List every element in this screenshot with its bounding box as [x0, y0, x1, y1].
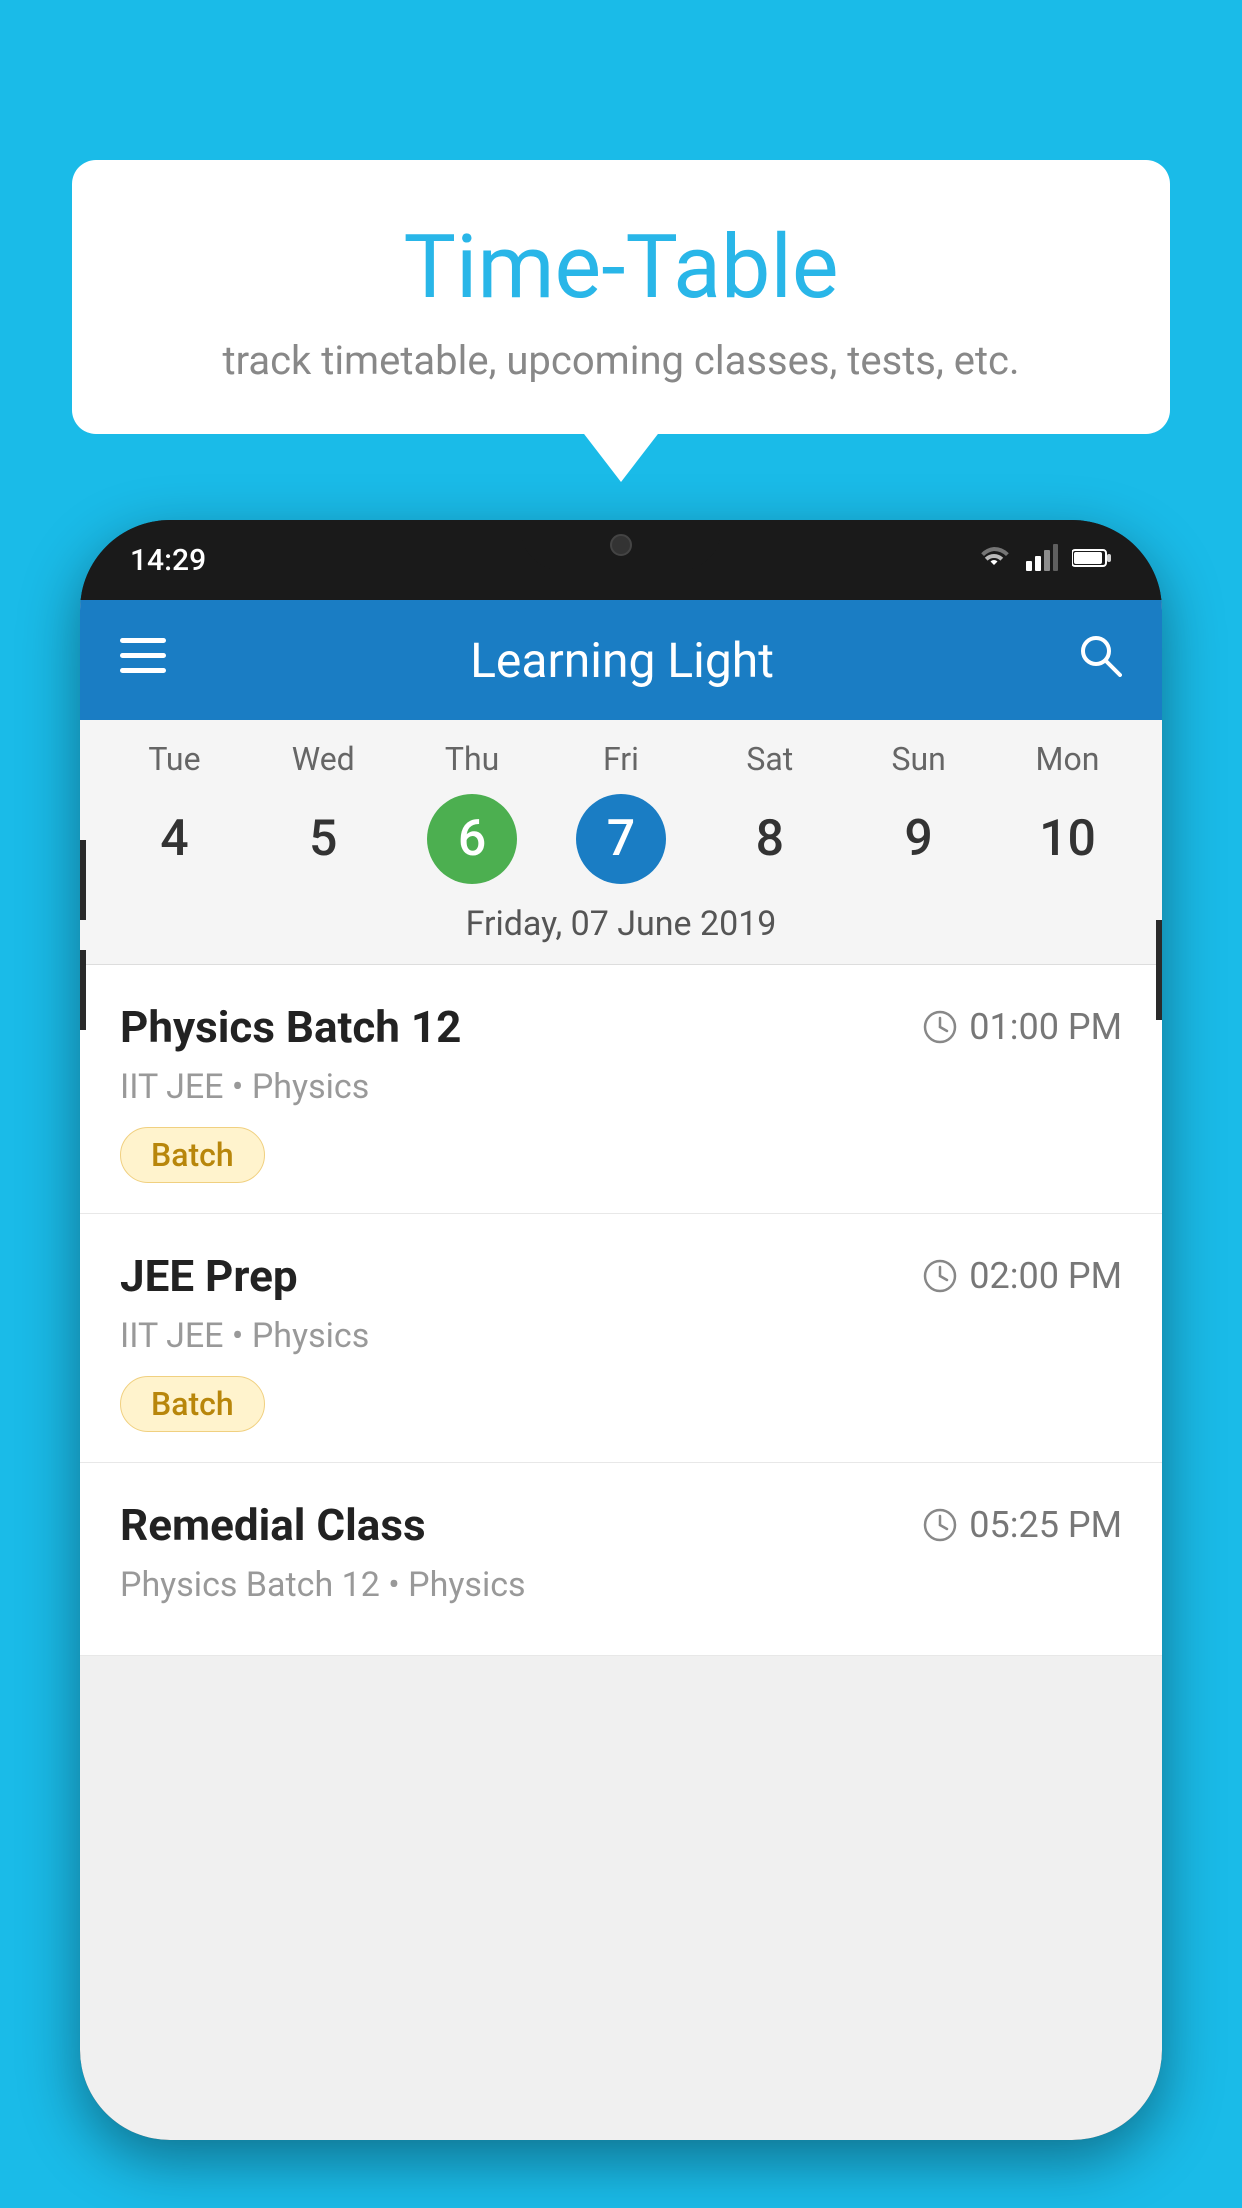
day-name: Thu	[445, 740, 499, 778]
day-number[interactable]: 6	[427, 794, 517, 884]
menu-button[interactable]	[120, 636, 166, 685]
volume-down-button	[80, 950, 86, 1030]
schedule-time: 01:00 PM	[923, 1006, 1122, 1048]
volume-up-button	[80, 840, 86, 920]
app-screen: Learning Light Tue4Wed5Thu6Fri7Sat8Sun9M…	[80, 600, 1162, 2140]
day-number[interactable]: 5	[278, 794, 368, 884]
days-row: Tue 4 Wed 5 Thu 6 Fri 7 Sat 8 Sun 9 Mon 10	[80, 740, 1162, 884]
clock-icon	[923, 1259, 957, 1293]
schedule-time: 02:00 PM	[923, 1255, 1122, 1297]
day-col-6[interactable]: Thu 6	[407, 740, 537, 884]
day-name: Mon	[1036, 740, 1100, 778]
day-col-8[interactable]: Sat 8	[705, 740, 835, 884]
day-number[interactable]: 10	[1022, 794, 1112, 884]
day-name: Fri	[603, 740, 639, 778]
schedule-subtitle: Physics Batch 12 • Physics	[120, 1565, 1122, 1605]
schedule-title: Remedial Class	[120, 1499, 426, 1551]
day-col-5[interactable]: Wed 5	[258, 740, 388, 884]
day-col-10[interactable]: Mon 10	[1002, 740, 1132, 884]
search-button[interactable]	[1078, 633, 1122, 688]
schedule-item-1[interactable]: JEE Prep 02:00 PM IIT JEE • Physics Batc…	[80, 1214, 1162, 1463]
schedule-item-header: Remedial Class 05:25 PM	[120, 1499, 1122, 1551]
clock-icon	[923, 1508, 957, 1542]
selected-date: Friday, 07 June 2019	[80, 884, 1162, 965]
batch-badge: Batch	[120, 1127, 265, 1183]
status-bar: 14:29	[80, 520, 1162, 600]
front-camera	[610, 534, 632, 556]
schedule-title: Physics Batch 12	[120, 1001, 461, 1053]
schedule-item-header: JEE Prep 02:00 PM	[120, 1250, 1122, 1302]
schedule-item-header: Physics Batch 12 01:00 PM	[120, 1001, 1122, 1053]
schedule-time: 05:25 PM	[923, 1504, 1122, 1546]
day-number[interactable]: 8	[725, 794, 815, 884]
schedule-subtitle: IIT JEE • Physics	[120, 1316, 1122, 1356]
day-number[interactable]: 9	[874, 794, 964, 884]
phone-container: 14:29	[80, 520, 1162, 2208]
day-name: Tue	[148, 740, 200, 778]
phone-frame: 14:29	[80, 520, 1162, 2140]
day-number[interactable]: 4	[129, 794, 219, 884]
day-col-4[interactable]: Tue 4	[109, 740, 239, 884]
speech-bubble: Time-Table track timetable, upcoming cla…	[72, 160, 1170, 434]
schedule-title: JEE Prep	[120, 1250, 298, 1302]
status-time: 14:29	[130, 543, 206, 578]
day-number[interactable]: 7	[576, 794, 666, 884]
schedule-list: Physics Batch 12 01:00 PM IIT JEE • Phys…	[80, 965, 1162, 1656]
bubble-subtitle: track timetable, upcoming classes, tests…	[122, 337, 1120, 384]
batch-badge: Batch	[120, 1376, 265, 1432]
clock-icon	[923, 1010, 957, 1044]
app-toolbar: Learning Light	[80, 600, 1162, 720]
app-title: Learning Light	[470, 632, 774, 689]
power-button	[1156, 920, 1162, 1020]
day-col-7[interactable]: Fri 7	[556, 740, 686, 884]
day-col-9[interactable]: Sun 9	[854, 740, 984, 884]
bubble-title: Time-Table	[122, 220, 1120, 317]
day-name: Sat	[746, 740, 793, 778]
signal-icon	[1026, 543, 1058, 578]
calendar-section: Tue 4 Wed 5 Thu 6 Fri 7 Sat 8 Sun 9 Mon 10 Friday, 07…	[80, 720, 1162, 965]
day-name: Wed	[292, 740, 355, 778]
schedule-subtitle: IIT JEE • Physics	[120, 1067, 1122, 1107]
phone-notch	[521, 520, 721, 570]
day-name: Sun	[891, 740, 945, 778]
status-icons	[976, 543, 1112, 578]
wifi-icon	[976, 543, 1012, 578]
schedule-item-2[interactable]: Remedial Class 05:25 PM Physics Batch 12…	[80, 1463, 1162, 1656]
schedule-item-0[interactable]: Physics Batch 12 01:00 PM IIT JEE • Phys…	[80, 965, 1162, 1214]
battery-icon	[1072, 547, 1112, 573]
